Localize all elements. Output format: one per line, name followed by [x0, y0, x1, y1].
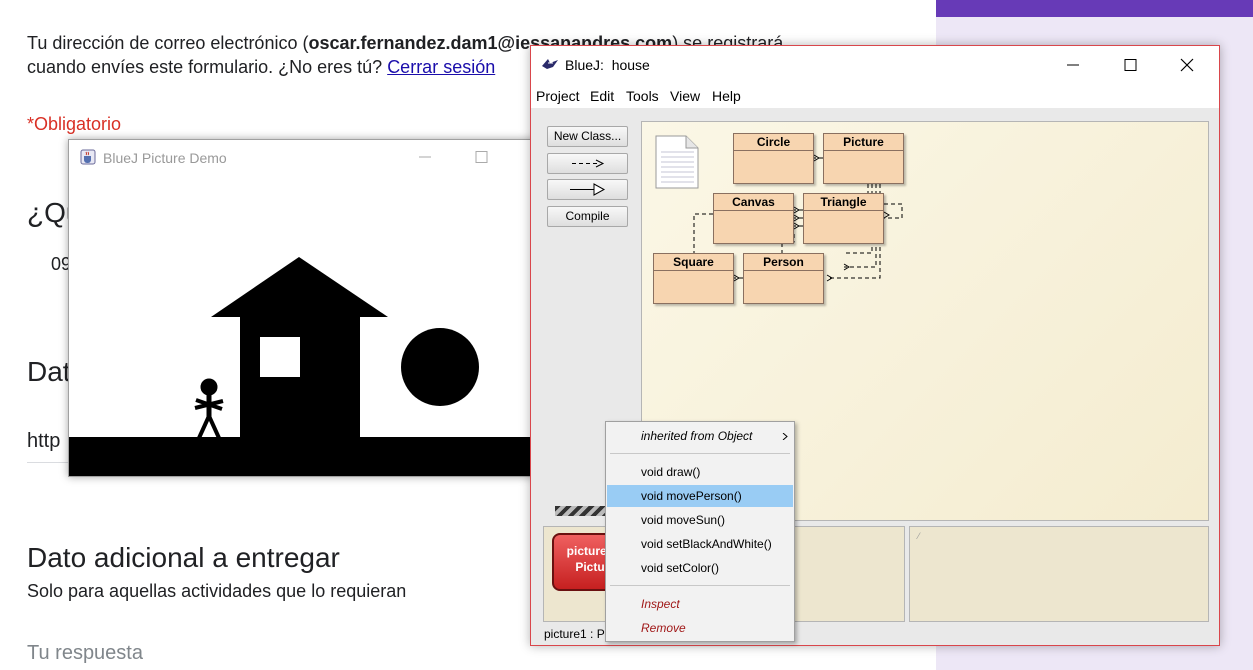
minimize-icon[interactable] [1058, 54, 1088, 76]
class-name: Picture [824, 134, 903, 151]
inheritance-arrow-button[interactable] [547, 179, 628, 200]
menu-item-draw[interactable]: void draw() [607, 461, 793, 483]
menu-view[interactable]: View [670, 88, 700, 104]
question-3-answer-input[interactable]: Tu respuesta [27, 642, 143, 665]
java-cup-icon [80, 149, 96, 165]
ground-rectangle [69, 437, 537, 476]
menu-separator [610, 585, 790, 586]
readme-document-icon[interactable] [654, 134, 700, 190]
maximize-icon[interactable] [471, 148, 491, 166]
form-accent-bar [936, 0, 1253, 17]
class-name: Canvas [714, 194, 793, 211]
stick-person [194, 378, 224, 439]
solid-arrow-icon [570, 183, 606, 196]
bluej-menubar: Project Edit Tools View Help [531, 84, 1219, 108]
required-note: *Obligatorio [27, 114, 122, 134]
class-name: Triangle [804, 194, 883, 211]
codepad-cursor-icon: ⁄ [918, 531, 920, 541]
demo-titlebar[interactable]: BlueJ Picture Demo [69, 140, 537, 176]
class-name: Person [744, 254, 823, 271]
menu-separator [610, 453, 790, 454]
menu-edit[interactable]: Edit [590, 88, 614, 104]
sun-circle [401, 328, 479, 406]
class-canvas[interactable]: Canvas [713, 193, 794, 244]
menu-tools[interactable]: Tools [626, 88, 659, 104]
picture-canvas [69, 257, 537, 476]
class-person[interactable]: Person [743, 253, 824, 304]
new-class-button[interactable]: New Class... [547, 126, 628, 147]
question-2-answer-input[interactable]: http [27, 430, 60, 453]
class-name: Square [654, 254, 733, 271]
compile-button[interactable]: Compile [547, 206, 628, 227]
minimize-icon[interactable] [415, 148, 435, 166]
window-square [260, 337, 300, 377]
object-context-menu: inherited from Object void draw() void m… [605, 421, 795, 642]
question-3-title: Dato adicional a entregar [27, 542, 340, 573]
email-notice-line2-text: cuando envíes este formulario. ¿No eres … [27, 57, 388, 77]
bluej-window-title: BlueJ: house [565, 57, 650, 73]
question-3-description: Solo para aquellas actividades que lo re… [27, 581, 407, 601]
email-notice-prefix: Tu dirección de correo electrónico ( [27, 33, 309, 53]
menu-project[interactable]: Project [536, 88, 580, 104]
class-square[interactable]: Square [653, 253, 734, 304]
email-notice-line2: cuando envíes este formulario. ¿No eres … [27, 57, 495, 78]
status-bar-text: picture1 : P [544, 627, 605, 641]
house-wall [240, 317, 360, 438]
menu-item-remove[interactable]: Remove [607, 617, 793, 639]
menu-item-set-color[interactable]: void setColor() [607, 557, 793, 579]
menu-item-move-person[interactable]: void movePerson() [607, 485, 793, 507]
close-icon[interactable] [1172, 54, 1202, 76]
class-name: Circle [734, 134, 813, 151]
roof-triangle [211, 257, 388, 317]
maximize-icon[interactable] [1115, 54, 1145, 76]
codepad[interactable]: ⁄ [909, 526, 1209, 622]
menu-help[interactable]: Help [712, 88, 741, 104]
question-2-title: Dat [27, 356, 71, 387]
bluej-titlebar[interactable]: BlueJ: house [531, 46, 1219, 84]
uses-arrow-button[interactable] [547, 153, 628, 174]
machine-activity-indicator [555, 506, 611, 516]
class-triangle[interactable]: Triangle [803, 193, 884, 244]
bluej-bird-icon [542, 59, 558, 69]
menu-item-inherited[interactable]: inherited from Object [607, 425, 793, 447]
demo-window-title: BlueJ Picture Demo [103, 150, 227, 166]
menu-item-move-sun[interactable]: void moveSun() [607, 509, 793, 531]
menu-item-set-black-and-white[interactable]: void setBlackAndWhite() [607, 533, 793, 555]
dashed-arrow-icon [572, 159, 605, 168]
menu-item-label: inherited from Object [641, 429, 753, 443]
menu-item-inspect[interactable]: Inspect [607, 593, 793, 615]
signout-link[interactable]: Cerrar sesión [387, 57, 495, 77]
picture-demo-window: BlueJ Picture Demo [68, 139, 538, 477]
class-circle[interactable]: Circle [733, 133, 814, 184]
chevron-right-icon [782, 433, 788, 440]
class-picture[interactable]: Picture [823, 133, 904, 184]
